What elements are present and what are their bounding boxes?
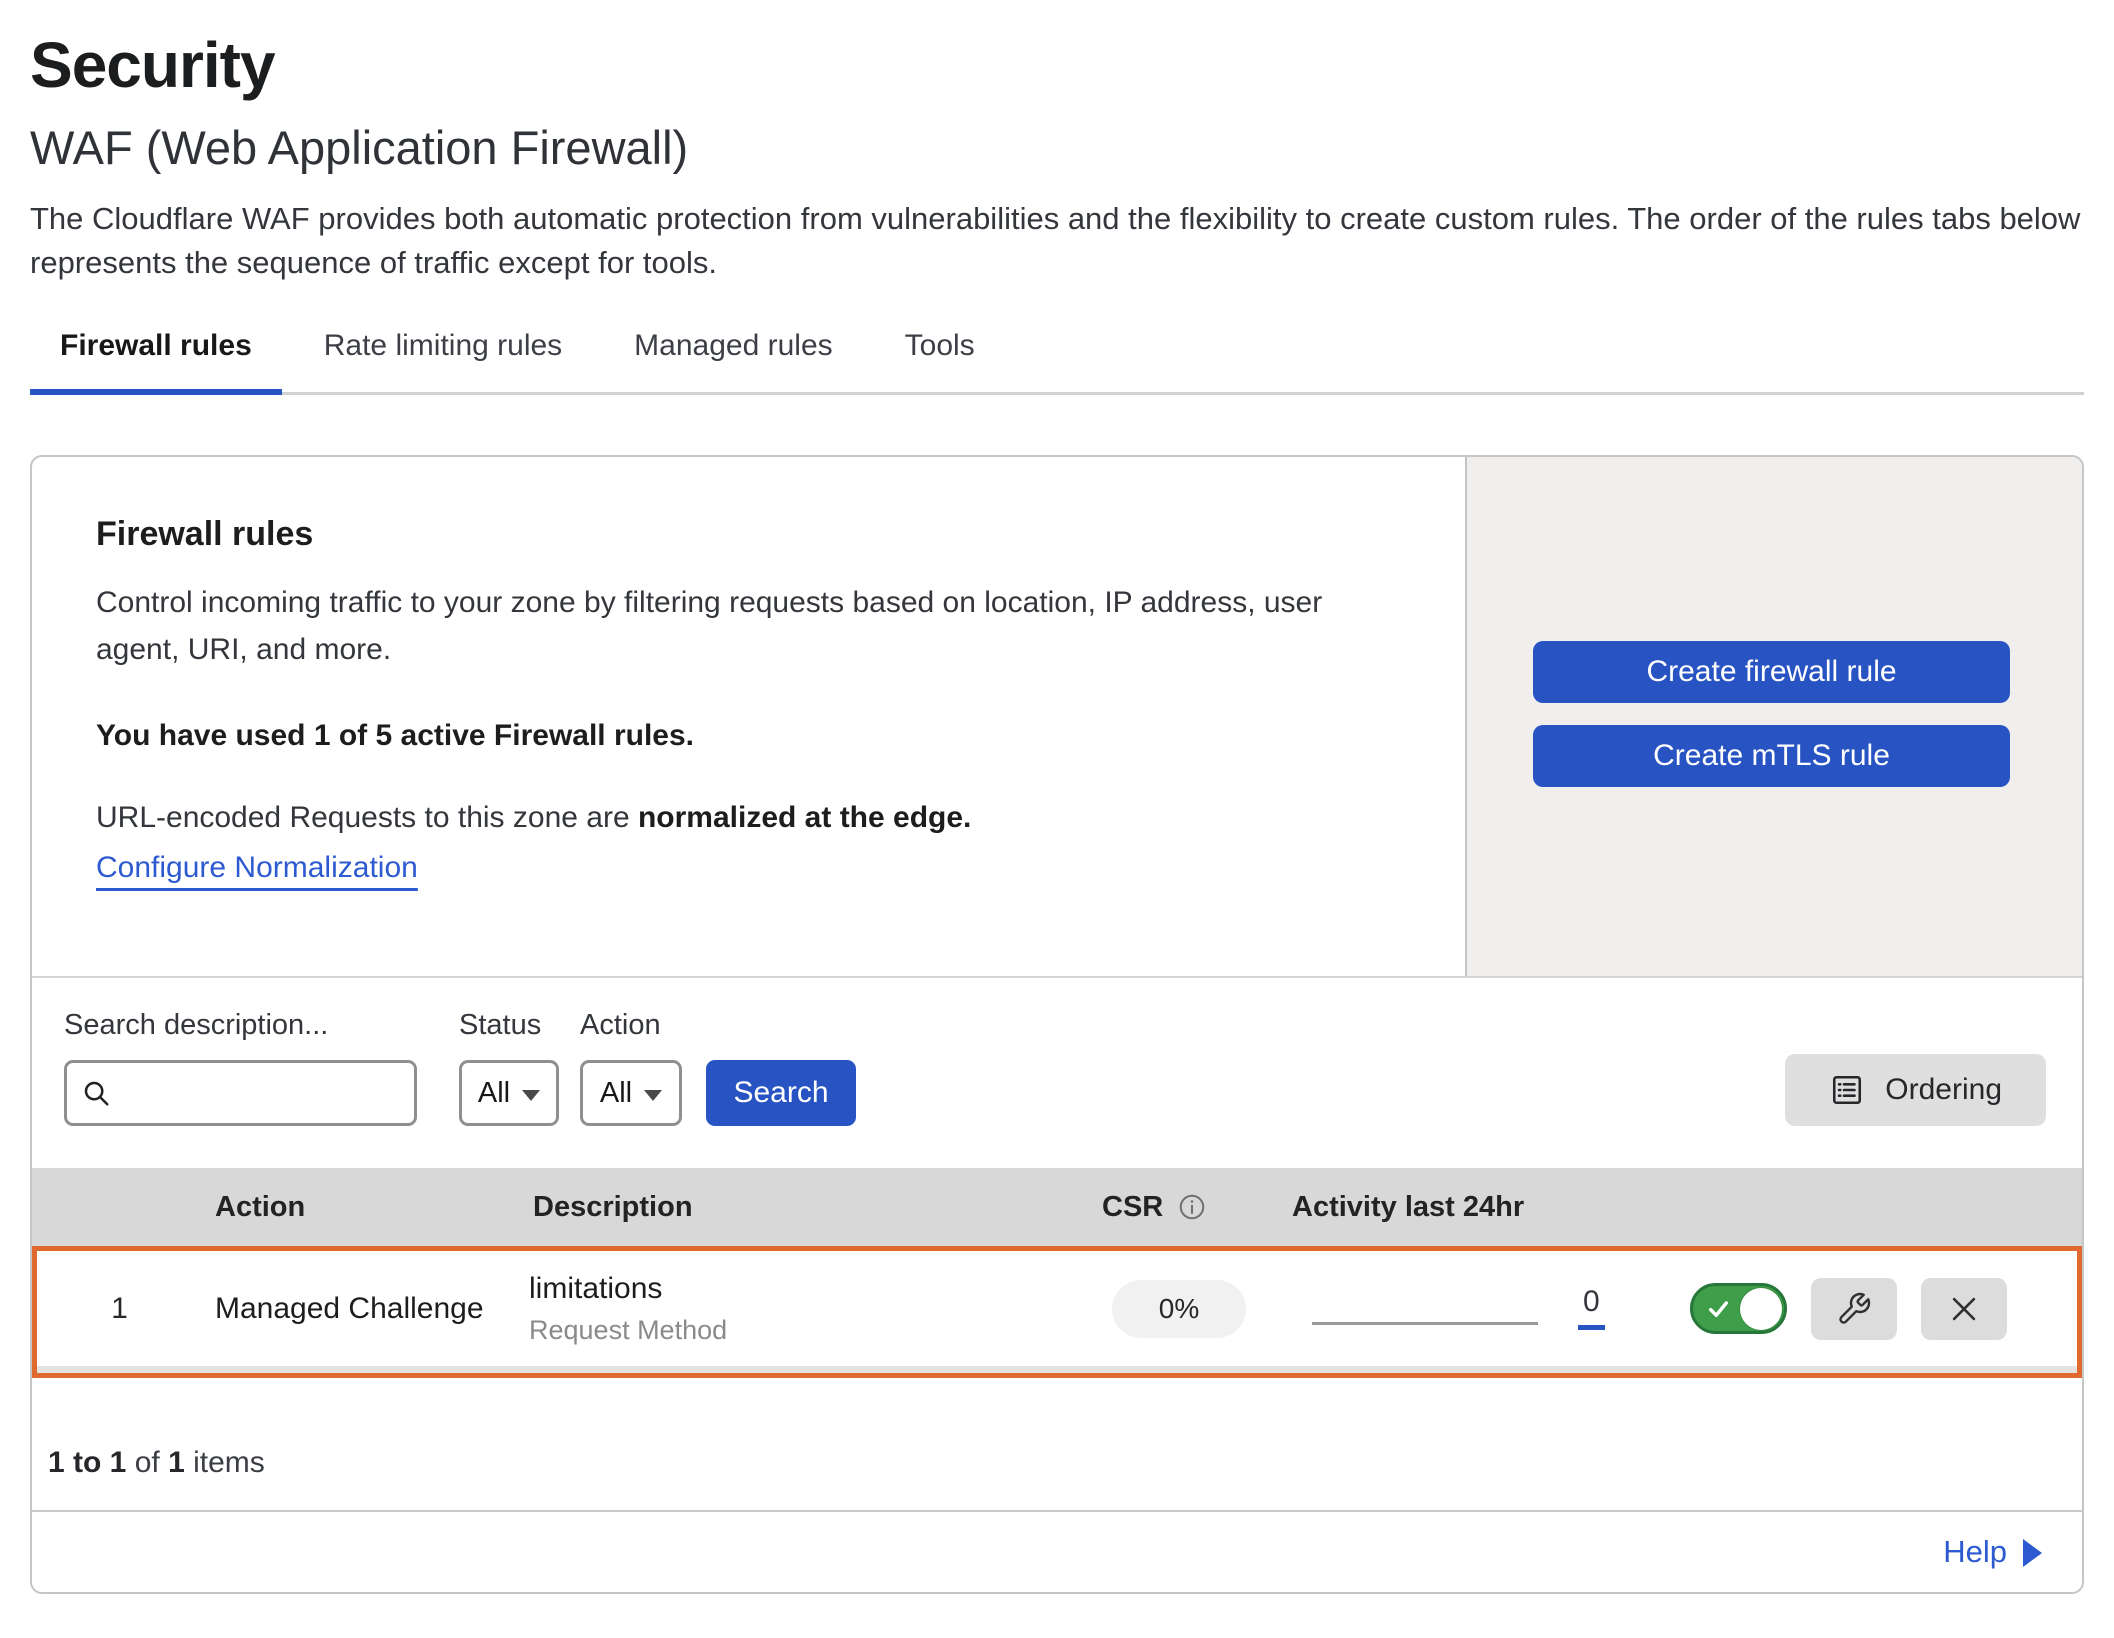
- info-icon[interactable]: [1177, 1192, 1207, 1222]
- wrench-icon: [1836, 1291, 1872, 1327]
- chevron-down-icon: [522, 1090, 540, 1101]
- rule-enabled-toggle[interactable]: [1690, 1283, 1787, 1334]
- normalization-bold-text: normalized at the edge.: [638, 801, 971, 834]
- activity-column-header: Activity last 24hr: [1282, 1191, 1672, 1224]
- rules-tab-bar: Firewall rules Rate limiting rules Manag…: [30, 329, 2084, 395]
- ordered-list-icon: [1829, 1072, 1865, 1108]
- card-heading: Firewall rules: [96, 515, 1405, 554]
- tab-tools[interactable]: Tools: [875, 329, 1005, 395]
- delete-rule-button[interactable]: [1921, 1278, 2007, 1340]
- status-select-value: All: [478, 1077, 510, 1110]
- filter-bar: Search description... Status All Action: [32, 978, 2082, 1168]
- rule-priority: 1: [37, 1292, 202, 1326]
- pagination-summary: 1 to 1 of 1 items: [32, 1378, 2082, 1512]
- normalization-note: URL-encoded Requests to this zone are no…: [96, 801, 1405, 835]
- firewall-rules-intro-section: Firewall rules Control incoming traffic …: [32, 457, 2082, 978]
- search-icon: [81, 1078, 111, 1108]
- normalization-text: URL-encoded Requests to this zone are: [96, 801, 638, 834]
- page-title: Security: [30, 28, 2084, 102]
- search-description-label: Search description...: [64, 1009, 417, 1042]
- csr-header-label: CSR: [1102, 1191, 1163, 1224]
- action-select[interactable]: All: [580, 1060, 682, 1126]
- description-column-header: Description: [512, 1191, 1072, 1224]
- firewall-rule-row: 1 Managed Challenge limitations Request …: [32, 1246, 2082, 1378]
- rule-activity-cell: 0: [1270, 1287, 1656, 1330]
- toggle-knob: [1740, 1288, 1782, 1330]
- search-input[interactable]: [123, 1077, 400, 1109]
- ordering-button-label: Ordering: [1885, 1073, 2002, 1107]
- rule-action: Managed Challenge: [202, 1292, 508, 1326]
- pagination-items: items: [185, 1446, 265, 1479]
- activity-count-link[interactable]: 0: [1578, 1287, 1605, 1330]
- tab-rate-limiting-rules[interactable]: Rate limiting rules: [294, 329, 592, 395]
- card-help-row: Help: [32, 1512, 2082, 1592]
- usage-summary: You have used 1 of 5 active Firewall rul…: [96, 719, 1405, 753]
- search-button[interactable]: Search: [706, 1060, 856, 1126]
- csr-value-badge: 0%: [1112, 1280, 1246, 1338]
- pagination-range: 1 to 1: [48, 1446, 126, 1479]
- check-icon: [1705, 1295, 1732, 1322]
- page-description: The Cloudflare WAF provides both automat…: [30, 197, 2084, 285]
- help-link[interactable]: Help: [1943, 1534, 2042, 1570]
- tab-firewall-rules[interactable]: Firewall rules: [30, 329, 282, 395]
- action-select-value: All: [600, 1077, 632, 1110]
- csr-column-header: CSR: [1072, 1191, 1282, 1224]
- rule-csr-cell: 0%: [1064, 1280, 1270, 1338]
- rule-description-detail: Request Method: [529, 1315, 1064, 1346]
- action-label: Action: [580, 1009, 682, 1042]
- rule-description[interactable]: limitations: [529, 1272, 1064, 1306]
- action-column-header: Action: [202, 1191, 512, 1224]
- card-description: Control incoming traffic to your zone by…: [96, 580, 1386, 673]
- tab-managed-rules[interactable]: Managed rules: [604, 329, 862, 395]
- pagination-of: of: [126, 1446, 168, 1479]
- status-select[interactable]: All: [459, 1060, 559, 1126]
- activity-sparkline: [1312, 1322, 1538, 1325]
- arrow-right-icon: [2023, 1539, 2042, 1567]
- create-mtls-rule-button[interactable]: Create mTLS rule: [1533, 725, 2010, 787]
- firewall-rules-card: Firewall rules Control incoming traffic …: [30, 455, 2084, 1594]
- search-box: [64, 1060, 417, 1126]
- pagination-total: 1: [168, 1446, 185, 1479]
- chevron-down-icon: [644, 1090, 662, 1101]
- page-subtitle: WAF (Web Application Firewall): [30, 120, 2084, 175]
- x-icon: [1947, 1292, 1981, 1326]
- help-link-label: Help: [1943, 1534, 2007, 1570]
- rules-table-header: Action Description CSR Activity last 24h…: [32, 1168, 2082, 1246]
- ordering-button[interactable]: Ordering: [1785, 1054, 2046, 1126]
- edit-rule-button[interactable]: [1811, 1278, 1897, 1340]
- create-firewall-rule-button[interactable]: Create firewall rule: [1533, 641, 2010, 703]
- create-rule-actions-panel: Create firewall rule Create mTLS rule: [1465, 457, 2082, 976]
- status-label: Status: [459, 1009, 559, 1042]
- security-waf-page: Security WAF (Web Application Firewall) …: [0, 0, 2114, 1638]
- configure-normalization-link[interactable]: Configure Normalization: [96, 851, 418, 885]
